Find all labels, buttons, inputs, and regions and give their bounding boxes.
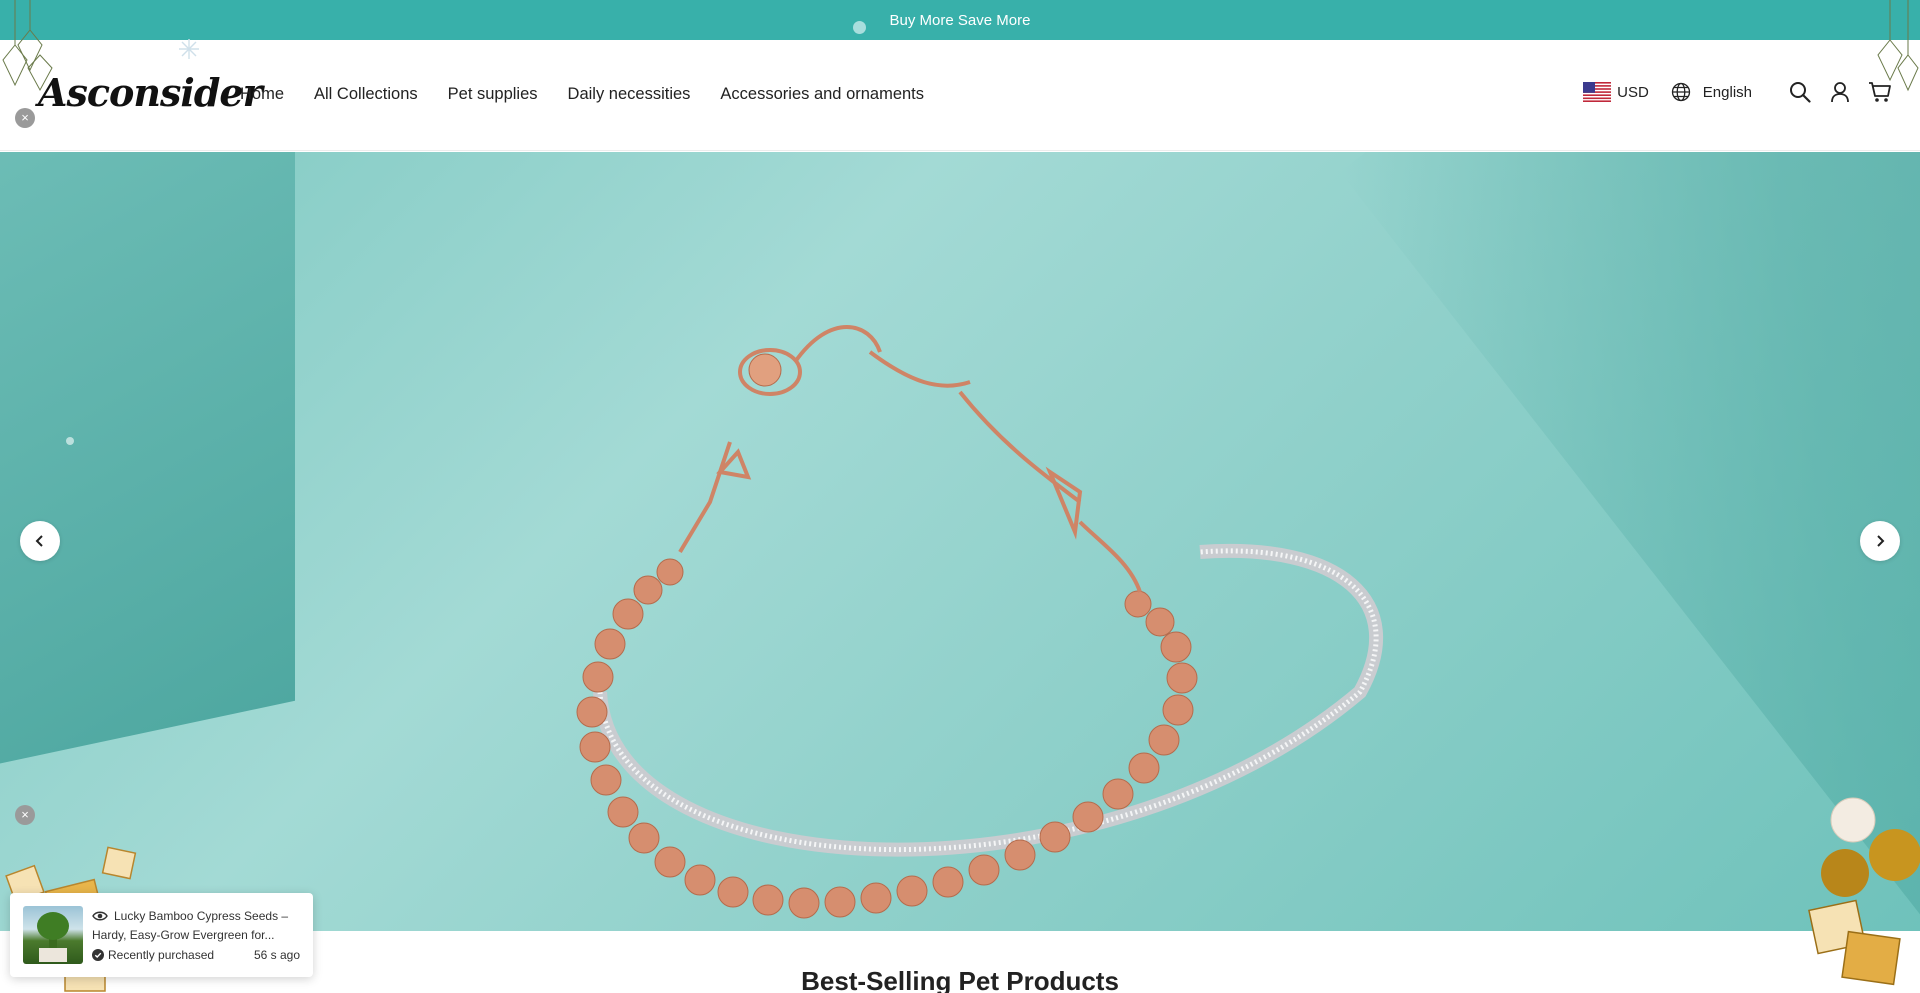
chevron-left-icon [35,535,43,547]
nav-item-pet-supplies[interactable]: Pet supplies [448,85,538,104]
hero-slider [0,152,1920,931]
slider-prev-button[interactable] [20,521,60,561]
announcement-bar: Buy More Save More [0,0,1920,40]
product-thumbnail[interactable] [23,906,83,964]
account-button[interactable] [1828,80,1852,104]
header-tools: USD English [1583,80,1892,104]
product-image [37,912,69,962]
nav-item-home[interactable]: Home [240,85,284,104]
popup-status-text: Recently purchased [108,948,215,962]
site-logo[interactable]: Asconsider [38,70,263,115]
hero-box-shape [0,152,295,772]
popup-status: Recently purchased [92,948,214,962]
globe-icon [1671,82,1690,102]
account-icon [1831,82,1849,103]
snow-dot [66,437,74,445]
currency-selector[interactable]: USD [1583,82,1649,102]
nav-item-all-collections[interactable]: All Collections [314,85,418,104]
popup-time: 56 s ago [253,948,300,962]
close-decoration-button[interactable]: × [15,805,35,825]
balloons-gifts-decoration-icon [1808,797,1920,986]
snowflake-icon [179,39,199,59]
check-circle-icon [92,949,104,961]
language-label: English [1702,83,1752,101]
main-nav: Home All Collections Pet supplies Daily … [240,85,924,104]
nav-item-accessories[interactable]: Accessories and ornaments [720,85,924,104]
chevron-right-icon [1877,535,1885,547]
announcement-text[interactable]: Buy More Save More [890,12,1031,29]
nav-item-daily-necessities[interactable]: Daily necessities [568,85,691,104]
search-icon [1790,82,1811,103]
popup-product-title[interactable]: Lucky Bamboo Cypress Seeds – Hardy, Easy… [92,907,302,945]
us-flag-icon [1583,82,1612,102]
hanging-ornament-right-icon [1877,0,1919,92]
snow-dot [853,21,866,34]
close-decoration-button[interactable]: × [15,108,35,128]
slider-next-button[interactable] [1860,521,1900,561]
search-button[interactable] [1788,80,1812,104]
recent-purchase-popup[interactable]: Lucky Bamboo Cypress Seeds – Hardy, Easy… [10,893,313,977]
site-header: Asconsider Home All Collections Pet supp… [0,40,1920,151]
popup-product-name: Lucky Bamboo Cypress Seeds – Hardy, Easy… [92,909,289,942]
hero-bracelet-image [576,325,1384,919]
hanging-ornament-left-icon [2,0,53,92]
currency-label: USD [1617,83,1649,101]
language-selector[interactable]: English [1671,82,1752,102]
eye-icon [92,911,108,921]
